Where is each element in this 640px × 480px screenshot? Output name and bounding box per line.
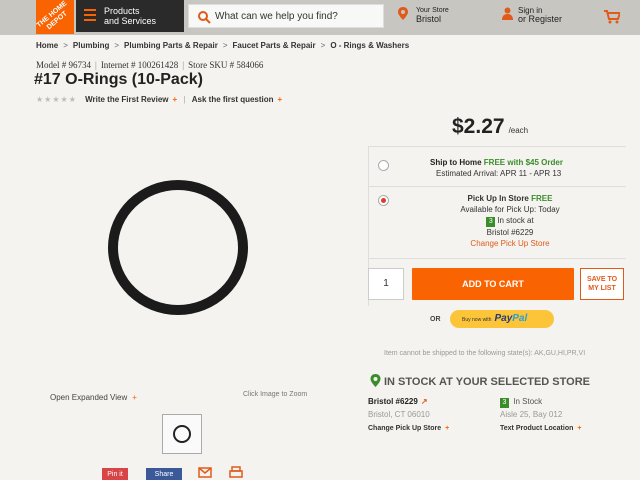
hamburger-menu-icon	[84, 9, 96, 21]
product-image[interactable]	[108, 180, 248, 315]
internet-number: Internet # 100261428	[100, 60, 179, 70]
ship-title: Ship to Home	[430, 158, 482, 167]
stock-store: Bristol #6229	[486, 228, 534, 237]
breadcrumb-o-rings[interactable]: O - Rings & Washers	[330, 41, 409, 50]
divider	[368, 146, 626, 147]
email-icon[interactable]	[198, 467, 212, 478]
signin-link[interactable]: Sign in or Register	[500, 6, 562, 24]
breadcrumb-plumbing-parts[interactable]: Plumbing Parts & Repair	[124, 41, 218, 50]
pinterest-share-button[interactable]: Pin it	[102, 468, 128, 480]
paypal-pal: Pal	[512, 313, 528, 324]
ship-free-label: FREE with $45 Order	[483, 158, 563, 167]
stock-count-badge: 3	[486, 217, 496, 227]
breadcrumb-plumbing[interactable]: Plumbing	[73, 41, 109, 50]
stock-count-badge: 3	[500, 398, 509, 408]
star-rating: ★★★★★	[36, 95, 77, 104]
shipping-restriction-note: Item cannot be shipped to the following …	[384, 350, 586, 357]
search-placeholder: What can we help you find?	[215, 11, 338, 22]
pickup-title: Pick Up In Store	[467, 194, 529, 203]
aisle-location: Aisle 25, Bay 012	[500, 410, 563, 419]
change-pickup-store-link-2[interactable]: Change Pick Up Store +	[368, 425, 449, 432]
open-expanded-view[interactable]: Open Expanded View +	[50, 393, 137, 402]
add-to-cart-button[interactable]: ADD TO CART	[412, 268, 574, 300]
external-link-icon: ↗	[420, 397, 428, 406]
user-icon	[502, 7, 513, 20]
price-unit: /each	[508, 126, 529, 135]
breadcrumb: Home > Plumbing > Plumbing Parts & Repair > Fa…	[36, 41, 410, 50]
breadcrumb-faucet-parts[interactable]: Faucet Parts & Repair	[233, 41, 316, 50]
reviews-row: ★★★★★ Write the First Review + | Ask the …	[36, 95, 283, 104]
product-thumbnail[interactable]	[162, 414, 202, 454]
price: $2.27/each	[452, 115, 529, 138]
breadcrumb-home[interactable]: Home	[36, 41, 58, 50]
product-identifiers: Model # 96734 | Internet # 100261428 | Store…	[36, 60, 264, 70]
text-product-location-link[interactable]: Text Product Location +	[500, 425, 581, 432]
product-title: #17 O-Rings (10-Pack)	[34, 71, 203, 88]
ask-question-link[interactable]: Ask the first question	[192, 95, 274, 104]
write-review-link[interactable]: Write the First Review	[85, 95, 168, 104]
home-depot-logo[interactable]: THE HOME DEPOT	[36, 0, 74, 34]
divider	[368, 186, 626, 187]
pickup-option: Pick Up In Store FREE Available for Pick…	[410, 193, 610, 249]
store-name: Bristol	[416, 14, 442, 24]
pickup-in-store-radio[interactable]	[378, 195, 389, 206]
store-city: Bristol, CT 06010	[368, 410, 430, 419]
ship-to-home-option: Ship to Home FREE with $45 Order Estimat…	[430, 157, 563, 179]
location-pin-icon	[370, 374, 381, 387]
cart-icon[interactable]	[604, 10, 620, 24]
in-stock-label: In Stock	[513, 397, 543, 406]
print-icon[interactable]	[229, 466, 243, 479]
in-stock-heading: IN STOCK AT YOUR SELECTED STORE	[370, 374, 590, 388]
store-sku: Store SKU # 584066	[188, 60, 264, 70]
register-label: or Register	[518, 14, 563, 24]
pickup-free: FREE	[531, 194, 553, 203]
paypal-logo: PayPal	[494, 313, 527, 324]
paypal-button[interactable]: Buy now with PayPal	[450, 310, 554, 328]
zoom-hint: Click Image to Zoom	[243, 391, 308, 398]
ship-arrival: Estimated Arrival: APR 11 - APR 13	[436, 169, 562, 178]
services-label: and Services	[104, 16, 157, 26]
facebook-share-button[interactable]: Share	[146, 468, 182, 480]
save-to-list-button[interactable]: SAVE TO MY LIST	[580, 268, 624, 300]
divider	[368, 258, 626, 259]
model-number: Model # 96734	[36, 60, 91, 70]
quantity-input[interactable]: 1	[368, 268, 404, 300]
ship-to-home-radio[interactable]	[378, 160, 389, 171]
paypal-prefix: Buy now with	[462, 317, 492, 323]
site-header: THE HOME DEPOT Products and Services What…	[0, 0, 640, 35]
paypal-pay: Pay	[494, 313, 513, 324]
stock-at-label: In stock at	[497, 216, 534, 225]
search-input[interactable]: What can we help you find?	[188, 4, 384, 28]
search-icon	[198, 11, 211, 24]
change-pickup-store-link[interactable]: Change Pick Up Store	[470, 239, 549, 248]
your-store-link[interactable]: Your Store Bristol	[398, 6, 449, 24]
selected-store-link[interactable]: Bristol #6229 ↗	[368, 397, 428, 406]
products-label: Products	[104, 6, 140, 16]
location-pin-icon	[398, 7, 408, 20]
pickup-availability: Available for Pick Up: Today	[460, 205, 560, 214]
or-label: OR	[430, 316, 441, 323]
products-services-button[interactable]: Products and Services	[76, 0, 184, 32]
in-stock-count: 3 In Stock	[500, 397, 542, 408]
